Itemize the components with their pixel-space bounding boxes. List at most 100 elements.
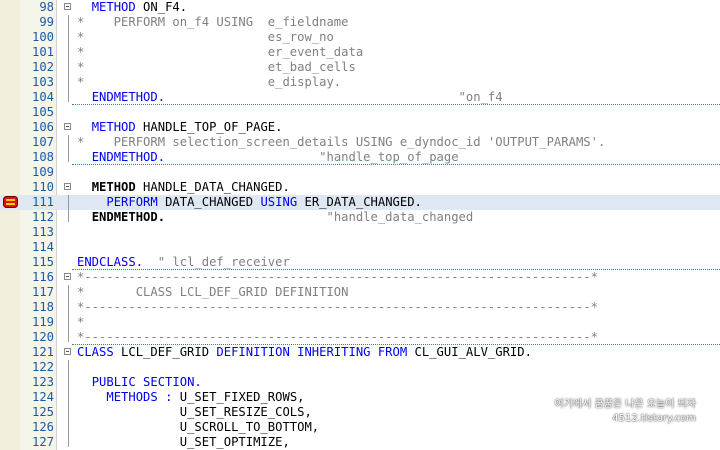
code-line[interactable]: 107 * PERFORM selection_screen_details US… — [0, 135, 720, 150]
code-line[interactable]: 102 * et_bad_cells — [0, 60, 720, 75]
line-code: PUBLIC SECTION. — [77, 375, 202, 390]
line-code: U_SCROLL_TO_BOTTOM, — [77, 420, 319, 435]
line-number: 122 — [31, 360, 54, 374]
line-number: 125 — [31, 405, 54, 419]
code-line[interactable]: 101 * er_event_data — [0, 45, 720, 60]
fold-guide — [68, 15, 69, 102]
line-number: 114 — [31, 240, 54, 254]
blog-watermark: 여기에서 꿈꿈은 나은 오늘이 되자 4512.tistory.com — [554, 398, 696, 426]
line-code: ENDMETHOD. "handle_data_changed — [77, 210, 474, 225]
code-line[interactable]: 116 *------------------------------------… — [0, 270, 720, 285]
code-token: DATA_CHANGED — [157, 195, 261, 209]
code-line[interactable]: 98 METHOD ON_F4. — [0, 0, 720, 15]
code-line[interactable]: 115 ENDCLASS. " lcl_def_receiver — [0, 255, 720, 270]
code-token: CL_GUI_ALV_GRID. — [407, 345, 532, 359]
line-code: *---------------------------------------… — [77, 330, 598, 345]
line-code: * et_bad_cells — [77, 60, 356, 75]
line-code: *---------------------------------------… — [77, 270, 598, 285]
code-token: CLASS — [77, 345, 114, 359]
line-code: *---------------------------------------… — [77, 300, 598, 315]
code-line[interactable]: 108 ENDMETHOD. "handle_top_of_page — [0, 150, 720, 165]
line-code: METHOD HANDLE_DATA_CHANGED. — [77, 180, 290, 195]
block-separator — [72, 104, 720, 105]
code-token: USING — [260, 195, 298, 209]
line-code: METHOD ON_F4. — [77, 0, 187, 15]
line-number: 105 — [31, 105, 54, 119]
code-token: HANDLE_TOP_OF_PAGE. — [135, 120, 283, 134]
code-line[interactable]: 119 * — [0, 315, 720, 330]
code-line[interactable]: 113 — [0, 225, 720, 240]
code-line[interactable]: 110 METHOD HANDLE_DATA_CHANGED. — [0, 180, 720, 195]
fold-toggle-icon[interactable] — [64, 348, 71, 355]
code-token: * et_bad_cells — [77, 60, 356, 74]
code-line[interactable]: 103 * e_display. — [0, 75, 720, 90]
line-number: 112 — [31, 210, 54, 224]
line-number: 124 — [31, 390, 54, 404]
line-code: U_SET_OPTIMIZE, — [77, 435, 290, 450]
code-line[interactable]: 118 *------------------------------------… — [0, 300, 720, 315]
code-token: PERFORM — [106, 195, 158, 209]
line-number: 108 — [31, 150, 54, 164]
code-token: LCL_DEF_GRID — [113, 345, 217, 359]
code-token: ENDMETHOD. — [91, 150, 166, 164]
code-token: PUBLIC SECTION. — [91, 375, 202, 389]
line-code: ENDCLASS. " lcl_def_receiver — [77, 255, 290, 270]
code-editor[interactable]: 98 METHOD ON_F4. 99 * PERFORM on_f4 USING … — [0, 0, 720, 450]
code-token: HANDLE_DATA_CHANGED. — [135, 180, 290, 194]
code-token: ENDCLASS. — [77, 255, 144, 269]
fold-toggle-icon[interactable] — [64, 183, 71, 190]
line-code: * — [77, 315, 84, 330]
code-line[interactable]: 100 * es_row_no — [0, 30, 720, 45]
line-code: * es_row_no — [77, 30, 334, 45]
code-line[interactable]: 120 *------------------------------------… — [0, 330, 720, 345]
line-number: 98 — [39, 0, 54, 14]
line-code: PERFORM DATA_CHANGED USING ER_DATA_CHANG… — [77, 195, 422, 210]
line-number: 119 — [31, 315, 54, 329]
line-number: 117 — [31, 285, 54, 299]
code-token: * CLASS LCL_DEF_GRID DEFINITION — [77, 285, 349, 299]
code-line[interactable]: 99 * PERFORM on_f4 USING e_fieldname — [0, 15, 720, 30]
code-line[interactable]: 104 ENDMETHOD. "on_f4 — [0, 90, 720, 105]
block-separator — [72, 269, 720, 270]
block-separator — [72, 164, 720, 165]
code-line[interactable]: 122 — [0, 360, 720, 375]
line-code: * PERFORM selection_screen_details USING… — [77, 135, 605, 150]
fold-toggle-icon[interactable] — [64, 3, 71, 10]
line-number: 99 — [39, 15, 54, 29]
code-line[interactable]: 117 * CLASS LCL_DEF_GRID DEFINITION — [0, 285, 720, 300]
code-token: METHOD — [91, 120, 136, 134]
code-line[interactable]: 111 PERFORM DATA_CHANGED USING ER_DATA_C… — [0, 195, 720, 210]
line-number: 111 — [31, 195, 54, 209]
code-line[interactable]: 112 ENDMETHOD. "handle_data_changed — [0, 210, 720, 225]
fold-guide — [68, 285, 69, 342]
breakpoint-icon[interactable] — [3, 196, 18, 208]
code-token: METHOD — [91, 180, 136, 194]
code-token: " lcl_def_receiver — [143, 255, 290, 269]
code-line[interactable]: 123 PUBLIC SECTION. — [0, 375, 720, 390]
code-token: METHODS — [106, 390, 158, 404]
code-line[interactable]: 105 — [0, 105, 720, 120]
fold-guide — [68, 195, 69, 222]
line-number: 100 — [31, 30, 54, 44]
fold-toggle-icon[interactable] — [64, 273, 71, 280]
code-token: *---------------------------------------… — [77, 300, 598, 314]
line-number: 104 — [31, 90, 54, 104]
line-code: ENDMETHOD. "on_f4 — [77, 90, 503, 105]
line-code: METHODS : U_SET_FIXED_ROWS, — [77, 390, 304, 405]
code-line[interactable]: 121 CLASS LCL_DEF_GRID DEFINITION INHERIT… — [0, 345, 720, 360]
code-line[interactable]: 109 — [0, 165, 720, 180]
code-token: * er_event_data — [77, 45, 364, 59]
line-number: 123 — [31, 375, 54, 389]
code-line[interactable]: 114 — [0, 240, 720, 255]
code-line[interactable]: 127 U_SET_OPTIMIZE, — [0, 435, 720, 450]
line-code: * er_event_data — [77, 45, 363, 60]
fold-toggle-icon[interactable] — [64, 123, 71, 130]
line-number: 103 — [31, 75, 54, 89]
code-line[interactable]: 106 METHOD HANDLE_TOP_OF_PAGE. — [0, 120, 720, 135]
line-number: 106 — [31, 120, 54, 134]
code-token: * — [77, 315, 85, 329]
code-token: *---------------------------------------… — [77, 270, 598, 284]
